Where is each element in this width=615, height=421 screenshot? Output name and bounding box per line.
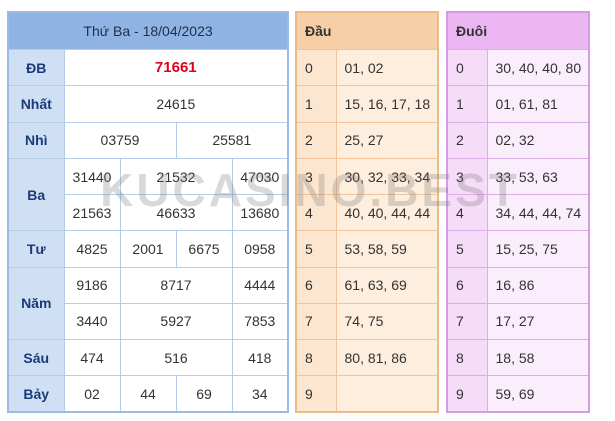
prize-value: 474 xyxy=(63,338,121,377)
prize-value: 71661 xyxy=(63,49,289,87)
prize-label-db: ĐB xyxy=(7,49,65,87)
results-table: Thứ Ba - 18/04/2023 ĐB 71661 Nhất 24615 … xyxy=(7,11,290,413)
duoi-key: 3 xyxy=(446,157,488,196)
dau-value: 15, 16, 17, 18 xyxy=(335,85,439,123)
dau-key: 0 xyxy=(295,49,337,87)
duoi-value: 01, 61, 81 xyxy=(486,85,590,123)
duoi-value: 18, 58 xyxy=(486,338,590,377)
duoi-key: 2 xyxy=(446,121,488,159)
dau-value xyxy=(335,375,439,413)
duoi-key: 4 xyxy=(446,194,488,232)
dau-value: 74, 75 xyxy=(335,302,439,340)
prize-label-tu: Tư xyxy=(7,230,65,268)
duoi-value: 34, 44, 44, 74 xyxy=(486,194,590,232)
prize-label-nam: Năm xyxy=(7,266,65,340)
duoi-value: 30, 40, 40, 80 xyxy=(486,49,590,87)
prize-value: 03759 xyxy=(63,121,177,159)
prize-label-bay: Bảy xyxy=(7,375,65,413)
duoi-table: Đuôi 0 30, 40, 40, 80 1 01, 61, 81 2 02, 32… xyxy=(446,11,591,413)
prize-value: 9186 xyxy=(63,266,121,304)
prize-value: 0958 xyxy=(231,230,289,268)
prize-value: 3440 xyxy=(63,302,121,340)
duoi-key: 0 xyxy=(446,49,488,87)
dau-value: 30, 32, 33, 34 xyxy=(335,157,439,196)
prize-value: 02 xyxy=(63,375,121,413)
prize-value: 5927 xyxy=(119,302,233,340)
duoi-header: Đuôi xyxy=(446,11,590,51)
dau-table: Đầu 0 01, 02 1 15, 16, 17, 18 2 25, 27 3 30,… xyxy=(295,11,440,413)
prize-value: 25581 xyxy=(175,121,289,159)
prize-value: 13680 xyxy=(231,194,289,232)
dau-header: Đầu xyxy=(295,11,439,51)
prize-value: 21563 xyxy=(63,194,121,232)
dau-value: 40, 40, 44, 44 xyxy=(335,194,439,232)
prize-value: 4444 xyxy=(231,266,289,304)
prize-value: 516 xyxy=(119,338,233,377)
dau-value: 01, 02 xyxy=(335,49,439,87)
prize-value: 418 xyxy=(231,338,289,377)
duoi-value: 59, 69 xyxy=(486,375,590,413)
dau-key: 3 xyxy=(295,157,337,196)
duoi-value: 17, 27 xyxy=(486,302,590,340)
dau-value: 61, 63, 69 xyxy=(335,266,439,304)
dau-key: 1 xyxy=(295,85,337,123)
duoi-key: 6 xyxy=(446,266,488,304)
prize-label-sau: Sáu xyxy=(7,338,65,377)
dau-value: 53, 58, 59 xyxy=(335,230,439,268)
prize-value: 7853 xyxy=(231,302,289,340)
dau-key: 5 xyxy=(295,230,337,268)
prize-value: 8717 xyxy=(119,266,233,304)
prize-value: 69 xyxy=(175,375,233,413)
duoi-key: 5 xyxy=(446,230,488,268)
date-header: Thứ Ba - 18/04/2023 xyxy=(7,11,289,51)
dau-key: 6 xyxy=(295,266,337,304)
prize-label-nhi: Nhì xyxy=(7,121,65,159)
prize-value: 31440 xyxy=(63,157,121,196)
dau-key: 7 xyxy=(295,302,337,340)
dau-key: 8 xyxy=(295,338,337,377)
duoi-value: 02, 32 xyxy=(486,121,590,159)
prize-value: 34 xyxy=(231,375,289,413)
prize-value: 4825 xyxy=(63,230,121,268)
duoi-key: 8 xyxy=(446,338,488,377)
prize-value: 24615 xyxy=(63,85,289,123)
dau-key: 2 xyxy=(295,121,337,159)
prize-value: 2001 xyxy=(119,230,177,268)
prize-value: 47030 xyxy=(231,157,289,196)
prize-label-ba: Ba xyxy=(7,157,65,232)
prize-value: 44 xyxy=(119,375,177,413)
dau-key: 4 xyxy=(295,194,337,232)
dau-key: 9 xyxy=(295,375,337,413)
duoi-key: 1 xyxy=(446,85,488,123)
duoi-value: 16, 86 xyxy=(486,266,590,304)
prize-value: 6675 xyxy=(175,230,233,268)
prize-value: 46633 xyxy=(119,194,233,232)
duoi-value: 15, 25, 75 xyxy=(486,230,590,268)
duoi-key: 7 xyxy=(446,302,488,340)
prize-label-nhat: Nhất xyxy=(7,85,65,123)
dau-value: 25, 27 xyxy=(335,121,439,159)
dau-value: 80, 81, 86 xyxy=(335,338,439,377)
duoi-key: 9 xyxy=(446,375,488,413)
prize-value: 21532 xyxy=(119,157,233,196)
duoi-value: 33, 53, 63 xyxy=(486,157,590,196)
